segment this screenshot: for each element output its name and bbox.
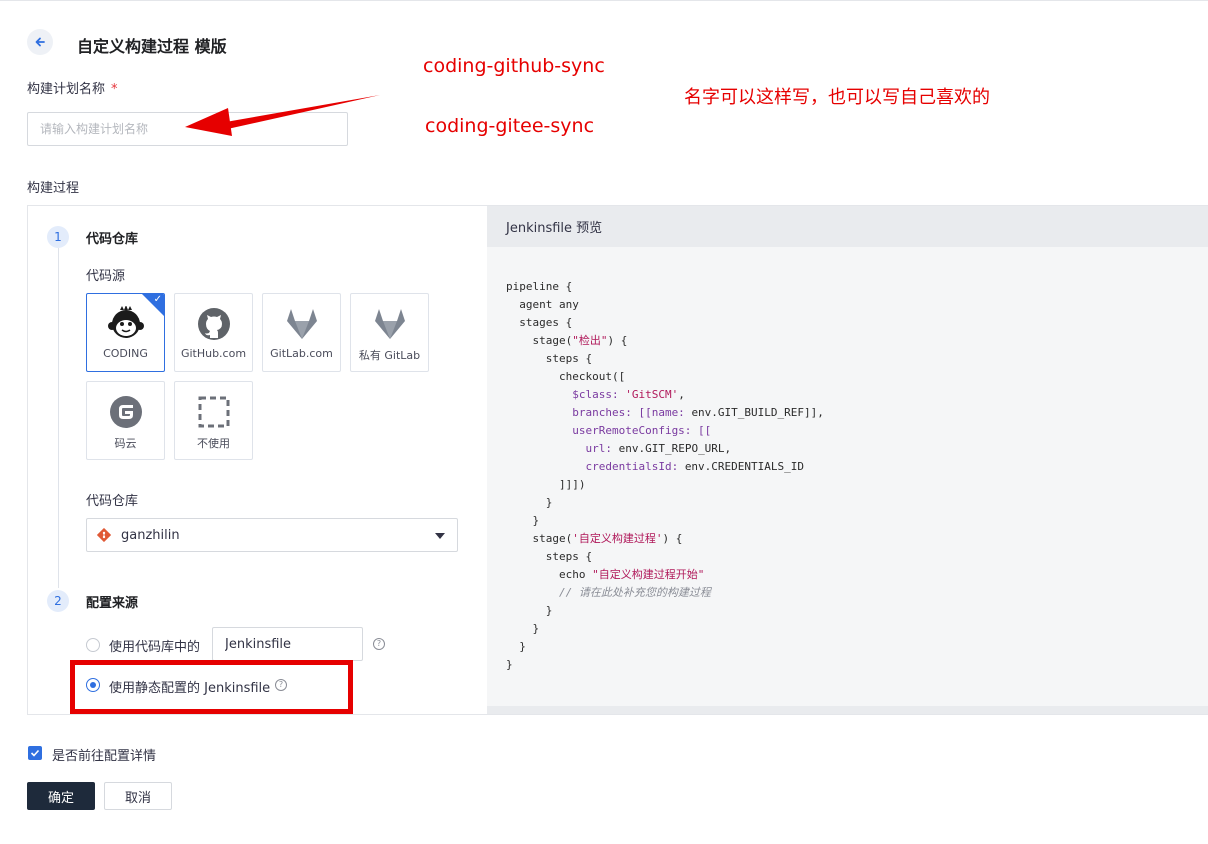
required-mark: * <box>111 82 118 97</box>
caret-down-icon <box>435 533 445 539</box>
source-card-label: 码云 <box>114 437 137 450</box>
source-card-github[interactable]: GitHub.com <box>174 293 253 372</box>
source-card-label: GitHub.com <box>180 347 247 360</box>
gitlab-icon <box>282 304 322 344</box>
dashed-square-icon <box>194 392 234 432</box>
repo-select-value: ganzhilin <box>121 527 180 543</box>
source-card-label: GitLab.com <box>270 347 333 360</box>
source-card-gitee[interactable]: 码云 <box>86 381 165 460</box>
jenkinsfile-path-input[interactable] <box>212 627 363 661</box>
repo-select[interactable]: ganzhilin <box>86 518 458 552</box>
build-process-label: 构建过程 <box>27 181 80 196</box>
step-title-repo: 代码仓库 <box>86 232 139 247</box>
jenkinsfile-code: pipeline { agent any stages { stage("检出"… <box>506 280 824 671</box>
config-pane: 1 代码仓库 代码源 CODING ✓ GitHub.com GitLab.co… <box>28 206 487 714</box>
goto-config-checkbox[interactable] <box>28 746 42 760</box>
plan-name-label: 构建计划名称 * <box>27 78 118 97</box>
source-card-gitlab[interactable]: GitLab.com <box>262 293 341 372</box>
source-card-coding[interactable]: CODING ✓ <box>86 293 165 372</box>
jenkinsfile-preview: Jenkinsfile 预览 pipeline { agent any stag… <box>487 206 1208 714</box>
coding-monkey-icon <box>106 304 146 344</box>
preview-header: Jenkinsfile 预览 <box>487 206 1208 247</box>
gitlab-icon <box>370 304 410 344</box>
source-card-none[interactable]: 不使用 <box>174 381 253 460</box>
annotation-arrow-icon <box>185 95 380 136</box>
git-repo-icon <box>97 528 111 542</box>
annotation-name-example-1: coding-github-sync <box>423 55 605 77</box>
github-icon <box>194 304 234 344</box>
step-number-1: 1 <box>47 226 69 248</box>
preview-footer-bar <box>487 706 1208 714</box>
step-connector <box>58 248 59 588</box>
source-card-private-gitlab[interactable]: 私有 GitLab <box>350 293 429 372</box>
confirm-button[interactable]: 确定 <box>27 782 95 810</box>
radio-label-use-repo: 使用代码库中的 <box>109 640 201 655</box>
check-icon: ✓ <box>153 294 162 305</box>
repo-label: 代码仓库 <box>86 494 139 509</box>
help-icon[interactable]: ? <box>373 638 385 650</box>
radio-use-repo-jenkinsfile[interactable] <box>86 638 100 652</box>
arrow-left-icon <box>35 37 45 47</box>
cancel-button[interactable]: 取消 <box>104 782 172 810</box>
annotation-highlight-box <box>70 660 353 714</box>
goto-config-label: 是否前往配置详情 <box>52 749 157 764</box>
annotation-note: 名字可以这样写，也可以写自己喜欢的 <box>684 87 990 108</box>
source-card-label: CODING <box>103 347 148 360</box>
plan-name-label-text: 构建计划名称 <box>27 82 106 97</box>
gitee-icon <box>106 392 146 432</box>
page-title: 自定义构建过程 模版 <box>77 37 227 56</box>
annotation-name-example-2: coding-gitee-sync <box>425 115 595 137</box>
source-card-label: 不使用 <box>197 437 230 450</box>
source-label: 代码源 <box>86 269 126 284</box>
step-number-2: 2 <box>47 590 69 612</box>
check-icon <box>30 749 40 757</box>
top-border <box>0 0 1208 1</box>
source-card-label: 私有 GitLab <box>358 349 421 362</box>
back-button[interactable] <box>27 29 53 55</box>
build-process-panel: 1 代码仓库 代码源 CODING ✓ GitHub.com GitLab.co… <box>27 205 1208 715</box>
step-title-config-source: 配置来源 <box>86 596 139 611</box>
